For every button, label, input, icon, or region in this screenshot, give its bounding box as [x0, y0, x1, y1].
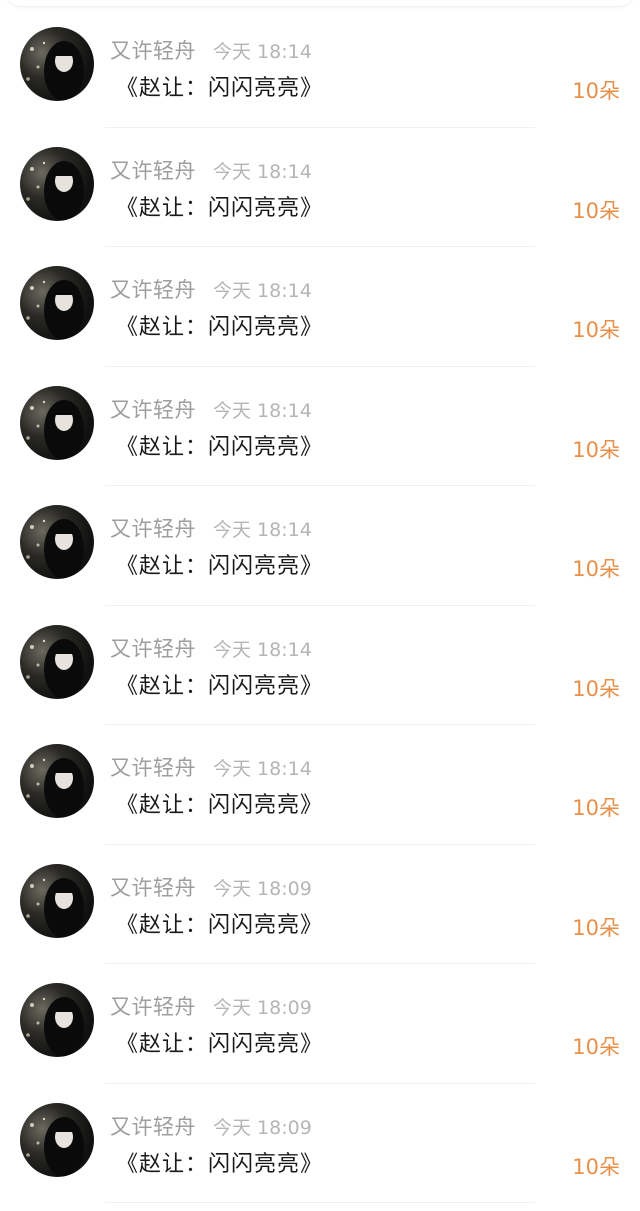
- gift-title: 《赵让：闪闪亮亮》: [116, 315, 324, 340]
- sender-name: 又许轻舟: [110, 517, 196, 541]
- avatar[interactable]: [20, 1102, 94, 1177]
- sender-name: 又许轻舟: [110, 39, 196, 63]
- flower-amount: 10朵: [572, 557, 620, 581]
- sender-name: 又许轻舟: [110, 756, 196, 780]
- avatar[interactable]: [20, 27, 94, 101]
- gift-title: 《赵让：闪闪亮亮》: [116, 912, 324, 938]
- sender-name: 又许轻舟: [110, 1114, 196, 1139]
- sent-time: 今天 18:14: [213, 280, 312, 302]
- list-item[interactable]: 又许轻舟 今天 18:14 《赵让：闪闪亮亮》 10朵: [0, 8, 640, 128]
- avatar[interactable]: [20, 744, 94, 818]
- sent-time: 今天 18:09: [213, 877, 312, 900]
- list-item[interactable]: 又许轻舟 今天 18:14 《赵让：闪闪亮亮》 10朵: [0, 367, 640, 486]
- avatar[interactable]: [20, 385, 94, 460]
- avatar[interactable]: [20, 505, 94, 579]
- gift-record-list: 又许轻舟 今天 18:14 《赵让：闪闪亮亮》 10朵 又许轻舟 今天 18:1…: [0, 8, 640, 1203]
- gift-title: 《赵让：闪闪亮亮》: [116, 1032, 324, 1057]
- sender-name: 又许轻舟: [110, 636, 196, 661]
- avatar[interactable]: [20, 624, 94, 699]
- sent-time: 今天 18:14: [213, 41, 312, 63]
- gift-title: 《赵让：闪闪亮亮》: [116, 793, 324, 818]
- flower-amount: 10朵: [572, 318, 620, 342]
- list-item[interactable]: 又许轻舟 今天 18:09 《赵让：闪闪亮亮》 10朵: [0, 964, 640, 1084]
- sent-time: 今天 18:14: [213, 519, 312, 541]
- flower-amount: 10朵: [572, 1035, 620, 1059]
- list-item[interactable]: 又许轻舟 今天 18:14 《赵让：闪闪亮亮》 10朵: [0, 128, 640, 247]
- sent-time: 今天 18:14: [213, 638, 312, 661]
- sent-time: 今天 18:14: [213, 399, 312, 422]
- flower-amount: 10朵: [572, 1154, 620, 1179]
- sent-time: 今天 18:09: [213, 1116, 312, 1139]
- flower-amount: 10朵: [572, 915, 620, 940]
- flower-amount: 10朵: [572, 676, 620, 701]
- sender-name: 又许轻舟: [110, 158, 196, 183]
- flower-amount: 10朵: [572, 198, 620, 223]
- gift-title: 《赵让：闪闪亮亮》: [116, 195, 324, 221]
- gift-title: 《赵让：闪闪亮亮》: [116, 554, 324, 579]
- sent-time: 今天 18:14: [213, 758, 312, 780]
- avatar[interactable]: [20, 863, 94, 938]
- sender-name: 又许轻舟: [110, 995, 196, 1019]
- flower-amount: 10朵: [572, 796, 620, 820]
- divider: [105, 1202, 535, 1203]
- gift-title: 《赵让：闪闪亮亮》: [116, 76, 324, 101]
- list-item[interactable]: 又许轻舟 今天 18:09 《赵让：闪闪亮亮》 10朵: [0, 1084, 640, 1203]
- gift-title: 《赵让：闪闪亮亮》: [116, 1151, 324, 1177]
- sender-name: 又许轻舟: [110, 278, 196, 302]
- flower-amount: 10朵: [572, 79, 620, 103]
- sender-name: 又许轻舟: [110, 397, 196, 422]
- flower-amount: 10朵: [572, 437, 620, 462]
- sent-time: 今天 18:09: [213, 997, 312, 1019]
- list-item[interactable]: 又许轻舟 今天 18:14 《赵让：闪闪亮亮》 10朵: [0, 606, 640, 725]
- sent-time: 今天 18:14: [213, 160, 312, 183]
- list-item[interactable]: 又许轻舟 今天 18:14 《赵让：闪闪亮亮》 10朵: [0, 486, 640, 606]
- gift-title: 《赵让：闪闪亮亮》: [116, 434, 324, 460]
- previous-card-edge: [6, 0, 634, 6]
- sender-name: 又许轻舟: [110, 875, 196, 900]
- gift-title: 《赵让：闪闪亮亮》: [116, 673, 324, 699]
- list-item[interactable]: 又许轻舟 今天 18:09 《赵让：闪闪亮亮》 10朵: [0, 845, 640, 964]
- avatar[interactable]: [20, 266, 94, 340]
- avatar[interactable]: [20, 146, 94, 221]
- list-item[interactable]: 又许轻舟 今天 18:14 《赵让：闪闪亮亮》 10朵: [0, 725, 640, 845]
- list-item[interactable]: 又许轻舟 今天 18:14 《赵让：闪闪亮亮》 10朵: [0, 247, 640, 367]
- avatar[interactable]: [20, 983, 94, 1057]
